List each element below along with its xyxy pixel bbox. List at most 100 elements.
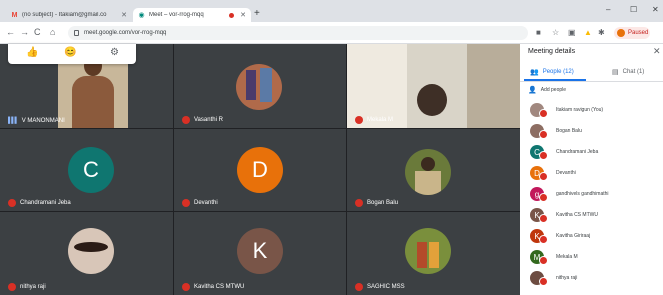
mic-off-icon <box>539 235 548 244</box>
participant-tile[interactable]: C Chandramani Jeba <box>0 129 173 211</box>
avatar <box>530 103 548 118</box>
mic-off-icon <box>539 277 548 286</box>
mic-off-icon <box>355 116 363 124</box>
lock-icon <box>74 30 79 36</box>
list-item[interactable]: K Kavitha Giriraaj <box>530 228 660 244</box>
profile-status: Paused <box>628 30 649 36</box>
list-item[interactable]: M Mekala M <box>530 249 660 265</box>
participant-avatar: D <box>237 147 283 193</box>
mic-off-icon <box>182 199 190 207</box>
home-icon[interactable]: ⌂ <box>50 27 55 37</box>
list-item[interactable]: D Devanthi <box>530 165 660 181</box>
close-icon[interactable]: ✕ <box>240 11 246 19</box>
participant-tile[interactable]: Mekala M <box>347 44 520 128</box>
extension-icon[interactable]: ▲ <box>584 28 592 37</box>
minimize-icon[interactable]: – <box>606 5 610 14</box>
participant-name: Devanthi <box>556 170 576 176</box>
reload-icon[interactable]: C <box>34 27 41 37</box>
avatar: M <box>530 250 548 265</box>
participant-tile[interactable]: D Devanthi <box>174 129 346 211</box>
window-close-icon[interactable]: ✕ <box>652 5 659 14</box>
forward-icon[interactable]: → <box>20 27 29 37</box>
avatar <box>530 124 548 139</box>
participant-tile[interactable]: Vasanthi R <box>174 44 346 128</box>
tab-gmail[interactable]: M (no subject) - Itakiam@gmail.co ✕ <box>6 8 132 22</box>
avatar <box>530 271 548 286</box>
new-tab-icon[interactable]: + <box>254 8 260 19</box>
address-text: meet.google.com/vor-rrog-mqq <box>84 30 167 36</box>
meeting-details-panel: Meeting details ✕ 👥 People (12) ▤ Chat (… <box>520 44 663 295</box>
mic-off-icon <box>8 283 16 291</box>
avatar: K <box>530 208 548 223</box>
participant-name: ▌▌▌ V MANONMANI <box>8 118 65 124</box>
participant-name: Devanthi <box>182 199 218 207</box>
participant-tile[interactable]: SAGHIC MSS <box>347 212 520 295</box>
add-person-icon: 👤 <box>528 87 537 94</box>
mic-off-icon <box>355 199 363 207</box>
profile-paused-button[interactable]: Paused <box>614 27 650 39</box>
avatar: g <box>530 187 548 202</box>
list-item[interactable]: g gandhivels gandhimathi <box>530 186 660 202</box>
browser-tab-strip: M (no subject) - Itakiam@gmail.co ✕ ◉ Me… <box>0 0 663 22</box>
reaction-bar: 👍 😊 ⚙ <box>8 44 136 64</box>
participant-tile[interactable]: nithya raji <box>0 212 173 295</box>
tab-chat[interactable]: ▤ Chat (1) <box>612 68 644 76</box>
divider <box>520 81 663 82</box>
thumbs-up-icon[interactable]: 👍 <box>26 47 38 58</box>
participant-name: SAGHIC MSS <box>355 283 405 291</box>
close-icon[interactable]: ✕ <box>121 11 127 19</box>
profile-avatar <box>617 29 625 37</box>
recording-icon <box>229 12 235 18</box>
browser-toolbar: ← → C ⌂ meet.google.com/vor-rrog-mqq ■ ☆… <box>0 22 663 44</box>
participant-avatar <box>68 228 114 274</box>
close-icon[interactable]: ✕ <box>653 46 661 57</box>
participant-name: Vasanthi R <box>182 116 223 124</box>
tab-meet[interactable]: ◉ Meet – vor-rrog-mqq ✕ <box>133 8 251 22</box>
chat-icon: ▤ <box>612 69 619 76</box>
mic-off-icon <box>355 283 363 291</box>
video-feed <box>417 84 447 116</box>
participant-name: nithya raji <box>556 275 578 281</box>
list-item[interactable]: nithya raji <box>530 270 660 286</box>
participant-name: Kavitha CS MTWU <box>182 283 244 291</box>
tab-title: (no subject) - Itakiam@gmail.co <box>22 12 107 18</box>
back-icon[interactable]: ← <box>6 27 15 37</box>
avatar: K <box>530 229 548 244</box>
participant-name: Chandramani Jeba <box>8 199 71 207</box>
participant-name: Mekala M <box>355 116 393 124</box>
audio-level-icon: ▌▌▌ <box>8 118 19 124</box>
mic-off-icon <box>539 172 548 181</box>
face-emoji-icon[interactable]: 😊 <box>64 47 76 58</box>
mic-off-icon <box>539 109 548 118</box>
maximize-icon[interactable]: ☐ <box>630 5 637 14</box>
participant-avatar <box>405 149 451 195</box>
participant-name: Bogan Balu <box>355 199 398 207</box>
mic-off-icon <box>182 116 190 124</box>
participant-name: nithya raji <box>8 283 46 291</box>
address-bar[interactable]: meet.google.com/vor-rrog-mqq <box>68 26 528 40</box>
mic-off-icon <box>539 193 548 202</box>
gmail-icon: M <box>11 11 18 19</box>
star-icon[interactable]: ☆ <box>552 28 559 37</box>
avatar: C <box>530 145 548 160</box>
add-people-button[interactable]: 👤 Add people <box>528 86 566 94</box>
participant-tile[interactable]: Bogan Balu <box>347 129 520 211</box>
camera-icon[interactable]: ■ <box>536 28 541 37</box>
participant-tile[interactable]: K Kavitha CS MTWU <box>174 212 346 295</box>
mic-off-icon <box>182 283 190 291</box>
list-item[interactable]: Itakiam ravigun (You) <box>530 102 660 118</box>
tab-title: Meet – vor-rrog-mqq <box>149 12 204 18</box>
list-item[interactable]: C Chandramani Jeba <box>530 144 660 160</box>
participant-name: Kavitha CS MTWU <box>556 212 598 218</box>
panel-title: Meeting details <box>528 48 576 55</box>
extension-icon[interactable]: ▣ <box>568 28 576 37</box>
participant-avatar <box>236 64 282 110</box>
participant-name: Chandramani Jeba <box>556 149 599 155</box>
settings-icon[interactable]: ⚙ <box>110 47 119 58</box>
list-item[interactable]: Bogan Balu <box>530 123 660 139</box>
tab-people[interactable]: 👥 People (12) <box>530 68 574 76</box>
mic-off-icon <box>539 151 548 160</box>
puzzle-icon[interactable]: ✱ <box>598 28 605 37</box>
list-item[interactable]: K Kavitha CS MTWU <box>530 207 660 223</box>
participant-name: Mekala M <box>556 254 578 260</box>
